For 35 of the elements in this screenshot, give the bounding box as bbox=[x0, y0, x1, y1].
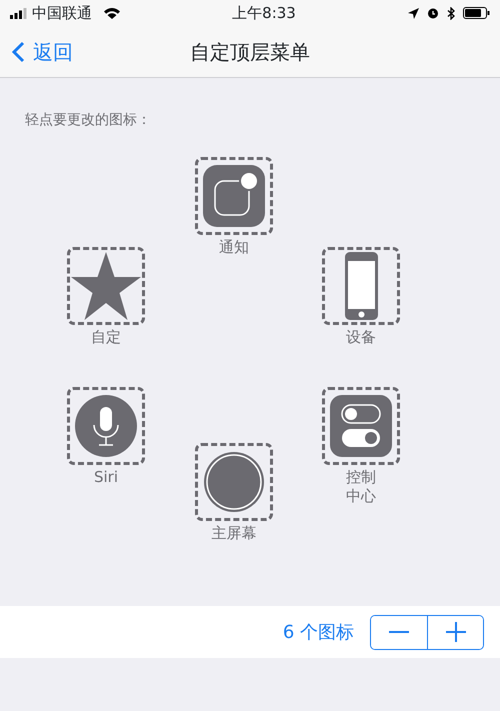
minus-icon bbox=[389, 631, 409, 633]
icon-slot[interactable] bbox=[67, 387, 145, 465]
home-button-icon bbox=[203, 451, 265, 513]
instruction-text: 轻点要更改的图标： bbox=[25, 112, 151, 128]
icon-slot[interactable] bbox=[195, 443, 273, 521]
icon-slot[interactable] bbox=[322, 387, 400, 465]
back-button[interactable]: 返回 bbox=[12, 36, 73, 66]
icon-label: 通知 bbox=[219, 238, 249, 257]
icon-slot[interactable] bbox=[322, 247, 400, 325]
star-icon bbox=[71, 252, 141, 320]
icon-label: 控制中心 bbox=[345, 468, 377, 506]
increment-button[interactable] bbox=[427, 616, 483, 648]
plus-icon bbox=[446, 622, 466, 642]
wifi-icon bbox=[104, 8, 120, 18]
icon-label: 设备 bbox=[346, 328, 376, 347]
icon-label: 自定 bbox=[91, 328, 121, 347]
signal-icon bbox=[10, 8, 28, 18]
toggles-icon bbox=[330, 395, 392, 457]
status-time: 上午8:33 bbox=[232, 2, 296, 24]
chevron-icon bbox=[12, 40, 25, 62]
microphone-icon bbox=[75, 395, 137, 457]
icon-count: 6 个图标 bbox=[282, 620, 354, 644]
stepper[interactable] bbox=[370, 614, 484, 650]
carrier-name: 中国联通 bbox=[32, 2, 92, 24]
icon-label: 主屏幕 bbox=[212, 524, 256, 543]
bluetooth-icon bbox=[447, 6, 455, 20]
battery-icon bbox=[463, 7, 490, 19]
notification-icon bbox=[203, 165, 265, 227]
screen-title: 自定顶层菜单 bbox=[190, 38, 310, 66]
icon-label: Siri bbox=[94, 468, 118, 487]
alarm-icon bbox=[427, 7, 439, 19]
phone-icon bbox=[344, 252, 378, 320]
location-icon bbox=[408, 8, 419, 18]
icon-slot[interactable] bbox=[195, 157, 273, 235]
icon-slot[interactable] bbox=[67, 247, 145, 325]
